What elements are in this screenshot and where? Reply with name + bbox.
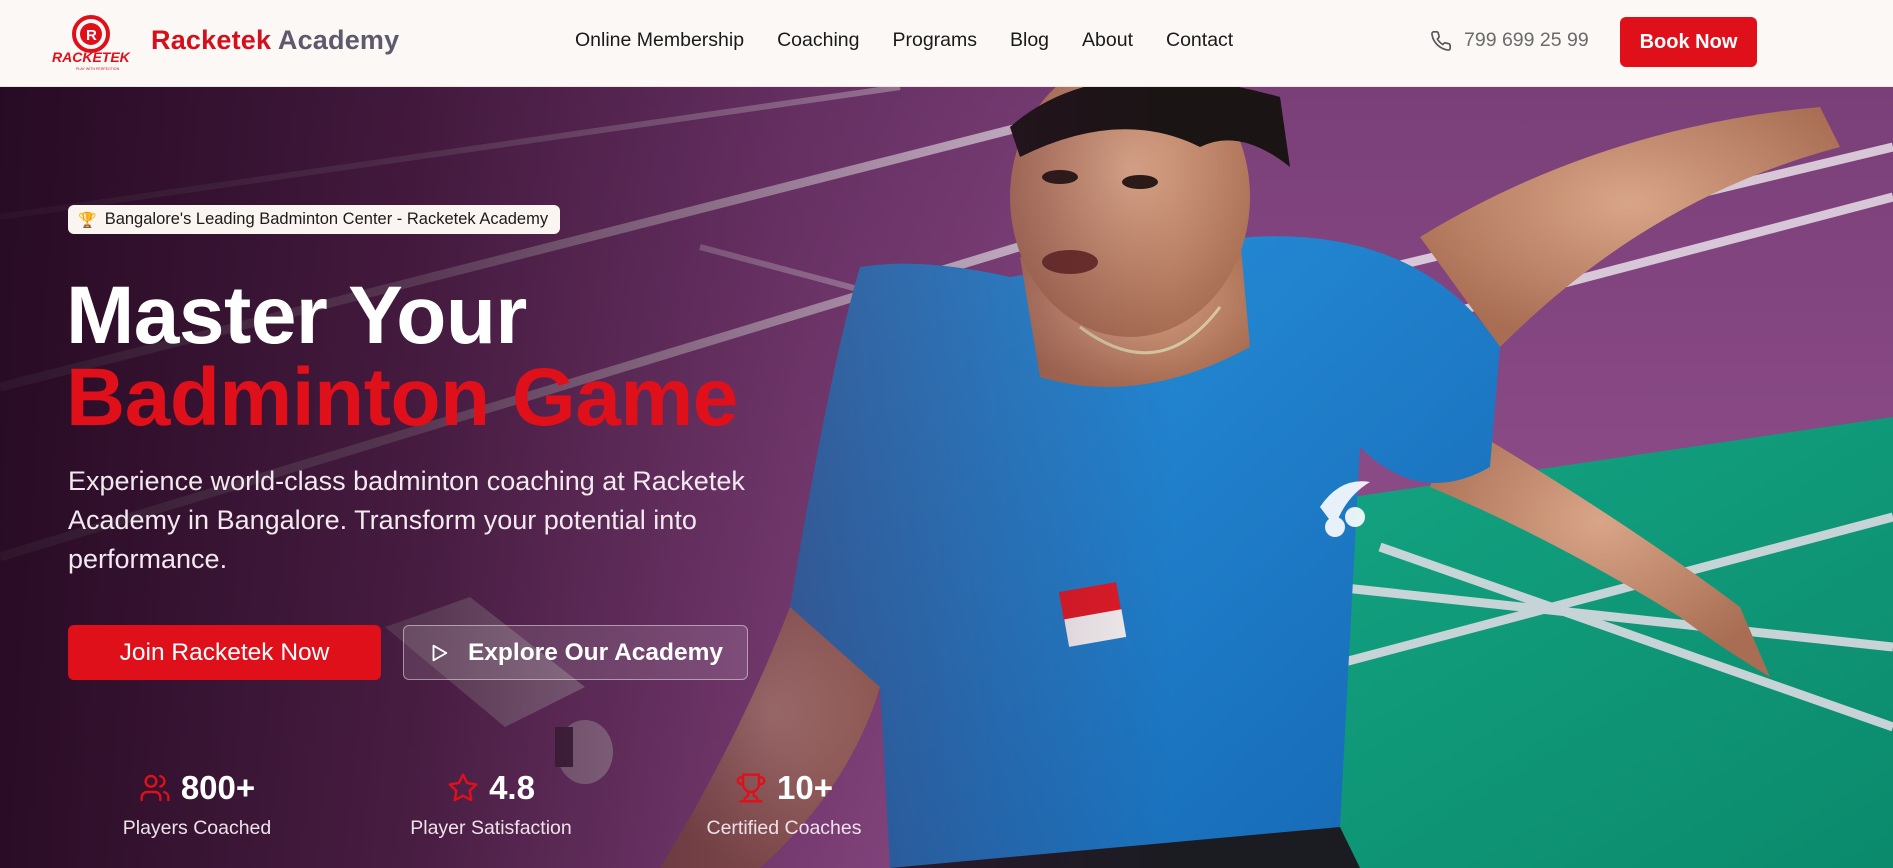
book-now-button[interactable]: Book Now bbox=[1620, 17, 1757, 67]
join-racketek-button[interactable]: Join Racketek Now bbox=[68, 625, 381, 680]
stat-players-coached: 800+ Players Coached bbox=[87, 767, 307, 840]
play-icon bbox=[432, 644, 448, 661]
trophy-icon bbox=[736, 773, 766, 803]
logo-text: RACKETEK bbox=[52, 49, 131, 65]
nav-blog[interactable]: Blog bbox=[1010, 29, 1049, 52]
stat-value: 800+ bbox=[180, 769, 256, 806]
phone-number: 799 699 25 99 bbox=[1464, 29, 1589, 51]
stat-label: Certified Coaches bbox=[706, 817, 862, 839]
racketek-logo-icon[interactable]: R RACKETEK PLAY WITH PERFECTION bbox=[50, 10, 132, 76]
svg-text:R: R bbox=[86, 27, 97, 44]
brand-name-racketek: Racketek bbox=[151, 25, 272, 55]
phone-icon bbox=[1431, 30, 1451, 51]
hero-badge: 🏆 Bangalore's Leading Badminton Center -… bbox=[68, 205, 561, 234]
stat-value: 10+ bbox=[777, 769, 833, 806]
phone-link[interactable]: 799 699 25 99 bbox=[1430, 29, 1589, 52]
explore-academy-label: Explore Our Academy bbox=[467, 638, 724, 666]
stat-player-satisfaction: 4.8 Player Satisfaction bbox=[381, 767, 601, 840]
hero-headline-line2: Badminton Game bbox=[66, 352, 738, 443]
brand-name[interactable]: Racketek Academy bbox=[151, 25, 399, 56]
nav-coaching[interactable]: Coaching bbox=[777, 29, 859, 52]
star-icon bbox=[448, 773, 478, 802]
users-icon bbox=[140, 774, 170, 802]
hero-headline: Master Your Badminton Game bbox=[66, 275, 738, 439]
main-nav: Online Membership Coaching Programs Blog… bbox=[575, 29, 1266, 52]
hero-section: 🏆 Bangalore's Leading Badminton Center -… bbox=[0, 87, 1893, 868]
logo-tagline: PLAY WITH PERFECTION bbox=[76, 67, 120, 71]
stat-certified-coaches: 10+ Certified Coaches bbox=[674, 767, 894, 840]
hero-badge-text: Bangalore's Leading Badminton Center - R… bbox=[104, 210, 549, 228]
nav-online-membership[interactable]: Online Membership bbox=[575, 29, 744, 52]
hero-headline-line1: Master Your bbox=[66, 270, 527, 361]
nav-contact[interactable]: Contact bbox=[1166, 29, 1233, 52]
site-header: R RACKETEK PLAY WITH PERFECTION Racketek… bbox=[0, 0, 1893, 87]
nav-about[interactable]: About bbox=[1082, 29, 1133, 52]
stat-label: Player Satisfaction bbox=[410, 817, 572, 839]
brand-name-academy: Academy bbox=[277, 25, 400, 55]
explore-academy-button[interactable]: Explore Our Academy bbox=[403, 625, 748, 680]
trophy-icon: 🏆 bbox=[78, 211, 97, 229]
stat-label: Players Coached bbox=[122, 817, 272, 839]
nav-programs[interactable]: Programs bbox=[892, 29, 977, 52]
hero-subtext: Experience world-class badminton coachin… bbox=[68, 466, 745, 574]
stat-value: 4.8 bbox=[489, 769, 535, 806]
